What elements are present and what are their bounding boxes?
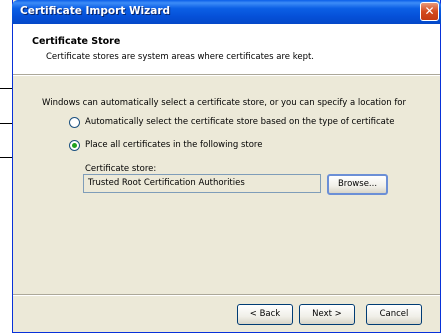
page-description: Certificate stores are system areas wher… xyxy=(46,52,315,62)
window-title: Certificate Import Wizard xyxy=(20,5,171,17)
cancel-button[interactable]: Cancel xyxy=(366,304,422,325)
intro-text: Windows can automatically select a certi… xyxy=(42,98,407,108)
back-button[interactable]: < Back xyxy=(237,304,293,325)
wizard-header: Certificate Store Certificate stores are… xyxy=(13,24,440,74)
close-icon: ✕ xyxy=(424,4,435,18)
wizard-window: Certificate Import Wizard ✕ Certificate … xyxy=(12,0,441,333)
radio-selected-dot xyxy=(72,143,77,148)
page-title: Certificate Store xyxy=(32,36,121,47)
header-divider xyxy=(13,74,440,76)
footer-divider xyxy=(13,294,440,296)
option-place-all-label[interactable]: Place all certificates in the following … xyxy=(85,140,262,150)
option-automatic-label[interactable]: Automatically select the certificate sto… xyxy=(85,117,394,127)
radio-automatic[interactable] xyxy=(69,117,80,128)
radio-place-all[interactable] xyxy=(69,140,80,151)
store-field-label: Certificate store: xyxy=(85,164,157,174)
title-bar[interactable]: Certificate Import Wizard ✕ xyxy=(12,0,441,24)
close-button[interactable]: ✕ xyxy=(420,2,439,21)
next-button[interactable]: Next > xyxy=(299,304,355,325)
certificate-store-field: Trusted Root Certification Authorities xyxy=(83,174,321,193)
browse-button[interactable]: Browse... xyxy=(327,174,388,195)
